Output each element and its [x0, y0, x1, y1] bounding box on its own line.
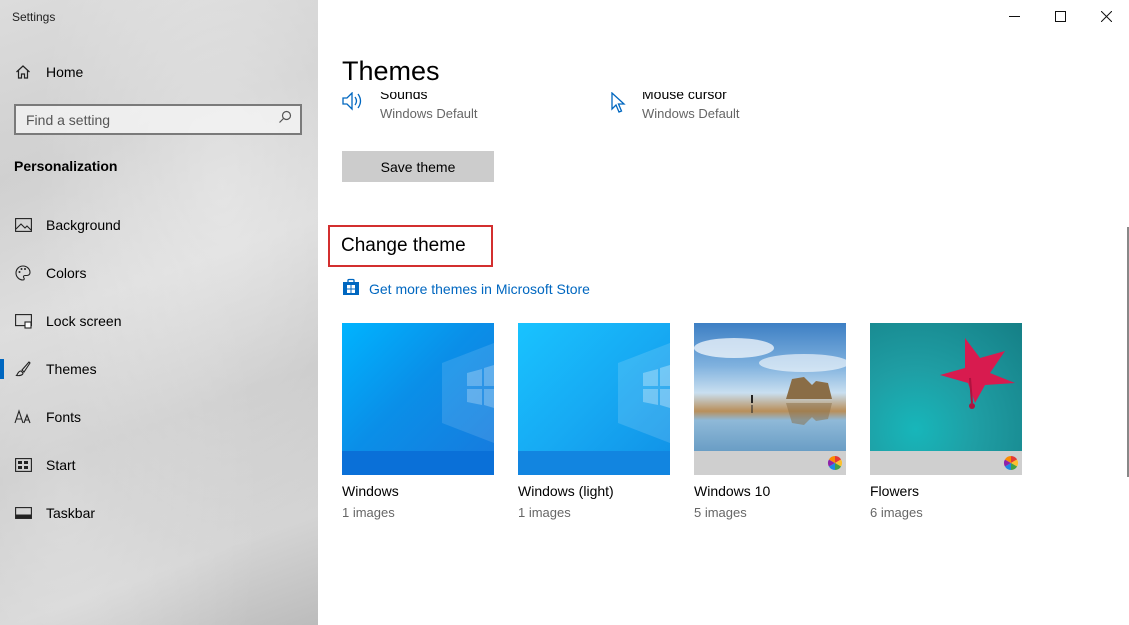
start-icon [14, 456, 32, 474]
close-button[interactable] [1083, 0, 1129, 32]
maximize-button[interactable] [1037, 0, 1083, 32]
lock-screen-icon [14, 312, 32, 330]
search-icon[interactable] [278, 110, 292, 129]
sidebar-item-label: Taskbar [46, 505, 96, 521]
sidebar-item-lock-screen[interactable]: Lock screen [0, 297, 318, 345]
theme-image-count: 6 images [870, 505, 923, 520]
mouse-cursor-setting[interactable]: Mouse cursor Windows Default [610, 92, 740, 121]
sidebar-item-label: Fonts [46, 409, 82, 425]
minimize-button[interactable] [991, 0, 1037, 32]
sounds-label: Sounds [380, 92, 428, 102]
theme-name: Windows (light) [518, 483, 614, 499]
brush-icon [14, 360, 32, 378]
theme-thumbnail [694, 323, 846, 475]
sidebar-item-taskbar[interactable]: Taskbar [0, 489, 318, 537]
sidebar-item-background[interactable]: Background [0, 201, 318, 249]
change-theme-heading: Change theme [328, 225, 493, 267]
window-controls [991, 0, 1129, 32]
font-icon [14, 408, 32, 426]
theme-name: Windows 10 [694, 483, 771, 499]
color-wheel-icon [1004, 456, 1018, 470]
sidebar-item-label: Background [46, 217, 121, 233]
theme-image-count: 1 images [518, 505, 571, 520]
sidebar-item-start[interactable]: Start [0, 441, 318, 489]
sidebar-item-label: Lock screen [46, 313, 122, 329]
theme-thumbnail [518, 323, 670, 475]
theme-color-strip [518, 451, 670, 475]
color-wheel-icon [828, 456, 842, 470]
sidebar-nav: Background Colors Lock screen Themes Fon… [0, 201, 318, 537]
theme-gallery: Windows 1 images Windows (light) 1 image… [342, 323, 1022, 520]
sidebar-item-themes[interactable]: Themes [0, 345, 318, 393]
page-title: Themes [342, 56, 440, 86]
picture-icon [14, 216, 32, 234]
search-box[interactable] [14, 104, 302, 135]
cursor-icon [610, 92, 628, 121]
search-input[interactable] [26, 111, 266, 128]
theme-card-flowers[interactable]: Flowers 6 images [870, 323, 1022, 520]
theme-properties: Sounds Windows Default Mouse cursor Wind… [330, 92, 1090, 132]
sidebar-item-label: Themes [46, 361, 97, 377]
theme-name: Flowers [870, 483, 920, 499]
theme-image-count: 5 images [694, 505, 747, 520]
store-link-label: Get more themes in Microsoft Store [369, 280, 590, 297]
home-icon [14, 63, 32, 81]
sidebar-item-colors[interactable]: Colors [0, 249, 318, 297]
theme-color-strip [870, 451, 1022, 475]
sounds-setting[interactable]: Sounds Windows Default [342, 92, 478, 121]
section-title: Personalization [14, 158, 118, 174]
save-theme-button[interactable]: Save theme [342, 151, 494, 182]
theme-thumbnail [870, 323, 1022, 475]
microsoft-store-link[interactable]: Get more themes in Microsoft Store [342, 278, 590, 299]
app-title: Settings [12, 10, 56, 24]
scrollbar[interactable] [1125, 32, 1129, 625]
theme-name: Windows [342, 483, 399, 499]
mouse-cursor-label: Mouse cursor [642, 92, 727, 102]
store-bag-icon [342, 278, 360, 299]
theme-card-windows-light[interactable]: Windows (light) 1 images [518, 323, 670, 520]
sidebar-item-label: Start [46, 457, 76, 473]
sidebar: Settings Home Personalization Background… [0, 0, 318, 625]
theme-card-windows-10[interactable]: Windows 10 5 images [694, 323, 846, 520]
theme-image-count: 1 images [342, 505, 395, 520]
sidebar-item-label: Colors [46, 265, 87, 281]
sounds-value: Windows Default [380, 106, 478, 121]
theme-card-windows[interactable]: Windows 1 images [342, 323, 494, 520]
theme-thumbnail [342, 323, 494, 475]
palette-icon [14, 264, 32, 282]
home-nav-item[interactable]: Home [14, 63, 83, 81]
home-label: Home [46, 64, 84, 80]
sidebar-item-fonts[interactable]: Fonts [0, 393, 318, 441]
mouse-cursor-value: Windows Default [642, 106, 740, 121]
taskbar-icon [14, 504, 32, 522]
theme-color-strip [694, 451, 846, 475]
theme-color-strip [342, 451, 494, 475]
speaker-icon [342, 92, 366, 121]
